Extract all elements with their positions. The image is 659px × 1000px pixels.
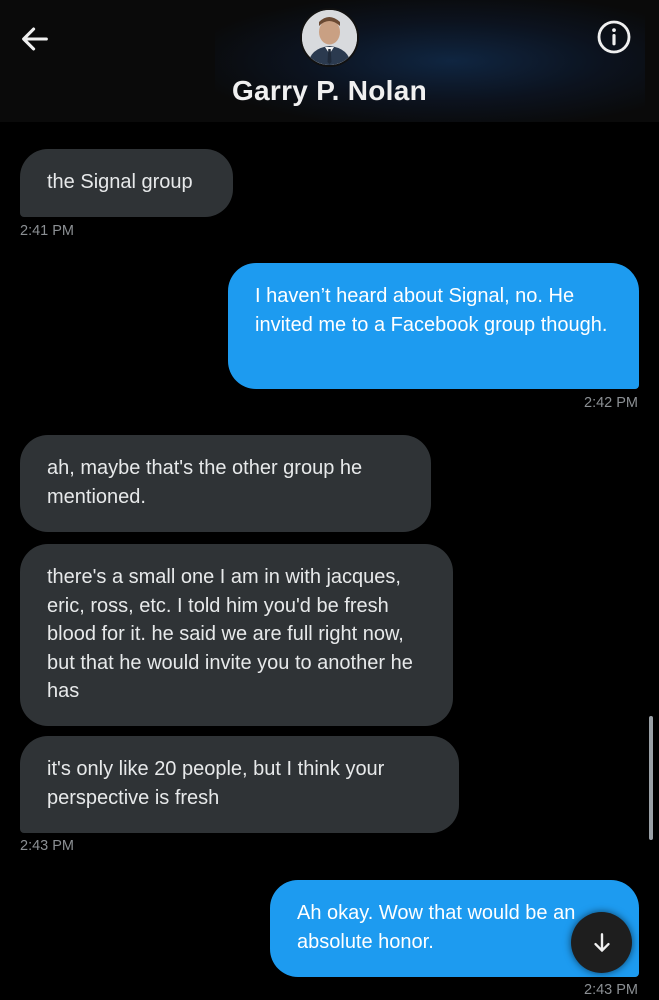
- message-text: Ah okay. Wow that would be an absolute h…: [297, 902, 576, 953]
- message-text: the Signal group: [47, 171, 193, 193]
- message-timestamp: 2:42 PM: [584, 395, 638, 411]
- message-text: ah, maybe that's the other group he ment…: [47, 457, 363, 508]
- scroll-to-bottom-button[interactable]: [571, 912, 632, 973]
- arrow-left-icon: [22, 27, 48, 51]
- message-timestamp: 2:41 PM: [20, 223, 74, 239]
- message-bubble-incoming[interactable]: ah, maybe that's the other group he ment…: [20, 435, 431, 532]
- contact-name[interactable]: Garry P. Nolan: [0, 75, 659, 107]
- message-text: it's only like 20 people, but I think yo…: [47, 758, 385, 809]
- message-timestamp: 2:43 PM: [584, 982, 638, 998]
- arrow-down-icon: [593, 932, 610, 952]
- conversation-header: Garry P. Nolan: [0, 0, 659, 122]
- avatar[interactable]: [300, 8, 359, 67]
- message-timestamp: 2:43 PM: [20, 838, 74, 854]
- info-button[interactable]: [595, 18, 633, 56]
- message-bubble-incoming[interactable]: there's a small one I am in with jacques…: [20, 544, 453, 726]
- back-button[interactable]: [16, 20, 54, 58]
- scrollbar[interactable]: [649, 716, 653, 840]
- message-text: I haven’t heard about Signal, no. He inv…: [255, 285, 608, 336]
- message-bubble-incoming[interactable]: the Signal group: [20, 149, 233, 217]
- profile-photo: [302, 10, 357, 65]
- message-text: there's a small one I am in with jacques…: [47, 566, 413, 702]
- info-circle-icon: [597, 20, 631, 54]
- message-bubble-outgoing[interactable]: I haven’t heard about Signal, no. He inv…: [228, 263, 639, 389]
- message-bubble-incoming[interactable]: it's only like 20 people, but I think yo…: [20, 736, 459, 833]
